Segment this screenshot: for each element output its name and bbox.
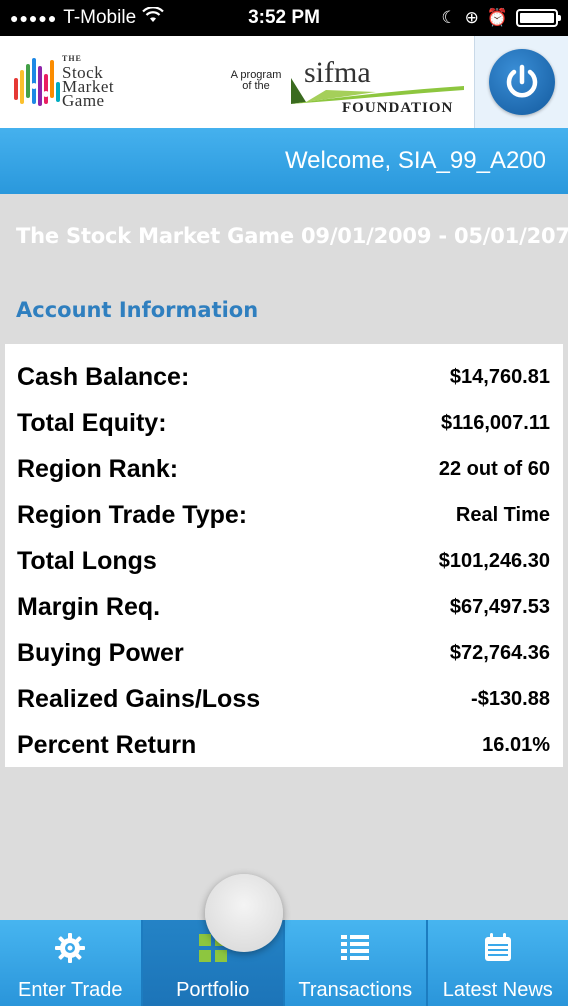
total-longs-value: $101,246.30 (438, 549, 550, 572)
account-row-region-trade-type: Region Trade Type: Real Time (17, 492, 550, 538)
carrier-name: T-Mobile (63, 7, 137, 28)
cash-balance-label: Cash Balance: (17, 362, 190, 391)
calendar-icon (481, 931, 515, 965)
region-trade-type-label: Region Trade Type: (17, 500, 248, 529)
region-trade-type-value: Real Time (455, 503, 550, 526)
bottom-tab-bar: Enter Trade Portfolio Transactions Lates… (0, 920, 568, 1006)
account-row-realized-gains: Realized Gains/Loss -$130.88 (17, 676, 550, 722)
percent-return-value: 16.01% (482, 733, 550, 756)
power-button-area (474, 36, 568, 128)
gear-icon (53, 931, 87, 965)
account-information-heading: Account Information (16, 298, 259, 322)
total-equity-label: Total Equity: (17, 408, 167, 437)
tab-label-latest-news: Latest News (442, 979, 553, 1001)
logout-button[interactable] (488, 49, 555, 115)
margin-req-label: Margin Req. (17, 592, 161, 621)
logo-text-game: Game (62, 91, 105, 110)
account-information-card: Cash Balance: $14,760.81 Total Equity: $… (5, 344, 563, 767)
welcome-text: Welcome, SIA_99_A200 (284, 147, 546, 174)
assistive-touch-button[interactable] (205, 874, 283, 952)
app-header: THE Stock Market Game A program of the s… (0, 36, 568, 128)
stock-market-game-logo: THE Stock Market Game (14, 52, 154, 112)
buying-power-label: Buying Power (17, 638, 184, 667)
sifma-program-text: A program of the (230, 69, 282, 92)
cash-balance-value: $14,760.81 (449, 365, 550, 388)
account-row-total-equity: Total Equity: $116,007.11 (17, 400, 550, 446)
sifma-foundation-logo: A program of the sifma FOUNDATION (226, 56, 466, 124)
account-row-margin-req: Margin Req. $67,497.53 (17, 584, 550, 630)
battery-icon (516, 9, 561, 27)
sifma-name: sifma (304, 56, 371, 89)
alarm-icon: ⏰ (486, 8, 508, 27)
logo-bars-icon (14, 58, 60, 106)
buying-power-value: $72,764.36 (449, 641, 550, 664)
account-row-buying-power: Buying Power $72,764.36 (17, 630, 550, 676)
account-row-total-longs: Total Longs $101,246.30 (17, 538, 550, 584)
moon-icon: ☾ (441, 8, 457, 27)
list-icon (338, 931, 372, 965)
orientation-lock-icon: ⊕ (464, 8, 479, 27)
percent-return-label: Percent Return (17, 730, 197, 759)
tab-transactions[interactable]: Transactions (285, 920, 428, 1006)
account-row-cash-balance: Cash Balance: $14,760.81 (17, 354, 550, 400)
signal-strength-icon: ●●●●● (10, 10, 58, 26)
status-bar: ●●●●● T-Mobile 3:52 PM ☾ ⊕ ⏰ (0, 0, 568, 36)
tab-label-enter-trade: Enter Trade (17, 979, 123, 1001)
wifi-icon (142, 6, 164, 29)
region-rank-label: Region Rank: (17, 454, 179, 483)
region-rank-value: 22 out of 60 (438, 457, 550, 480)
total-equity-value: $116,007.11 (440, 411, 550, 434)
welcome-bar: Welcome, SIA_99_A200 (0, 128, 568, 194)
power-icon (506, 64, 537, 98)
tab-enter-trade[interactable]: Enter Trade (0, 920, 143, 1006)
realized-gains-value: -$130.88 (471, 687, 550, 710)
total-longs-label: Total Longs (17, 546, 157, 575)
realized-gains-label: Realized Gains/Loss (17, 684, 261, 713)
account-row-percent-return: Percent Return 16.01% (17, 722, 550, 768)
sifma-foundation-text: FOUNDATION (342, 100, 454, 116)
margin-req-value: $67,497.53 (449, 595, 550, 618)
account-row-region-rank: Region Rank: 22 out of 60 (17, 446, 550, 492)
tab-label-transactions: Transactions (298, 979, 413, 1001)
game-title: The Stock Market Game 09/01/2009 - 05/01… (16, 224, 568, 248)
tab-latest-news[interactable]: Latest News (427, 920, 568, 1006)
tab-label-portfolio: Portfolio (176, 979, 250, 1001)
